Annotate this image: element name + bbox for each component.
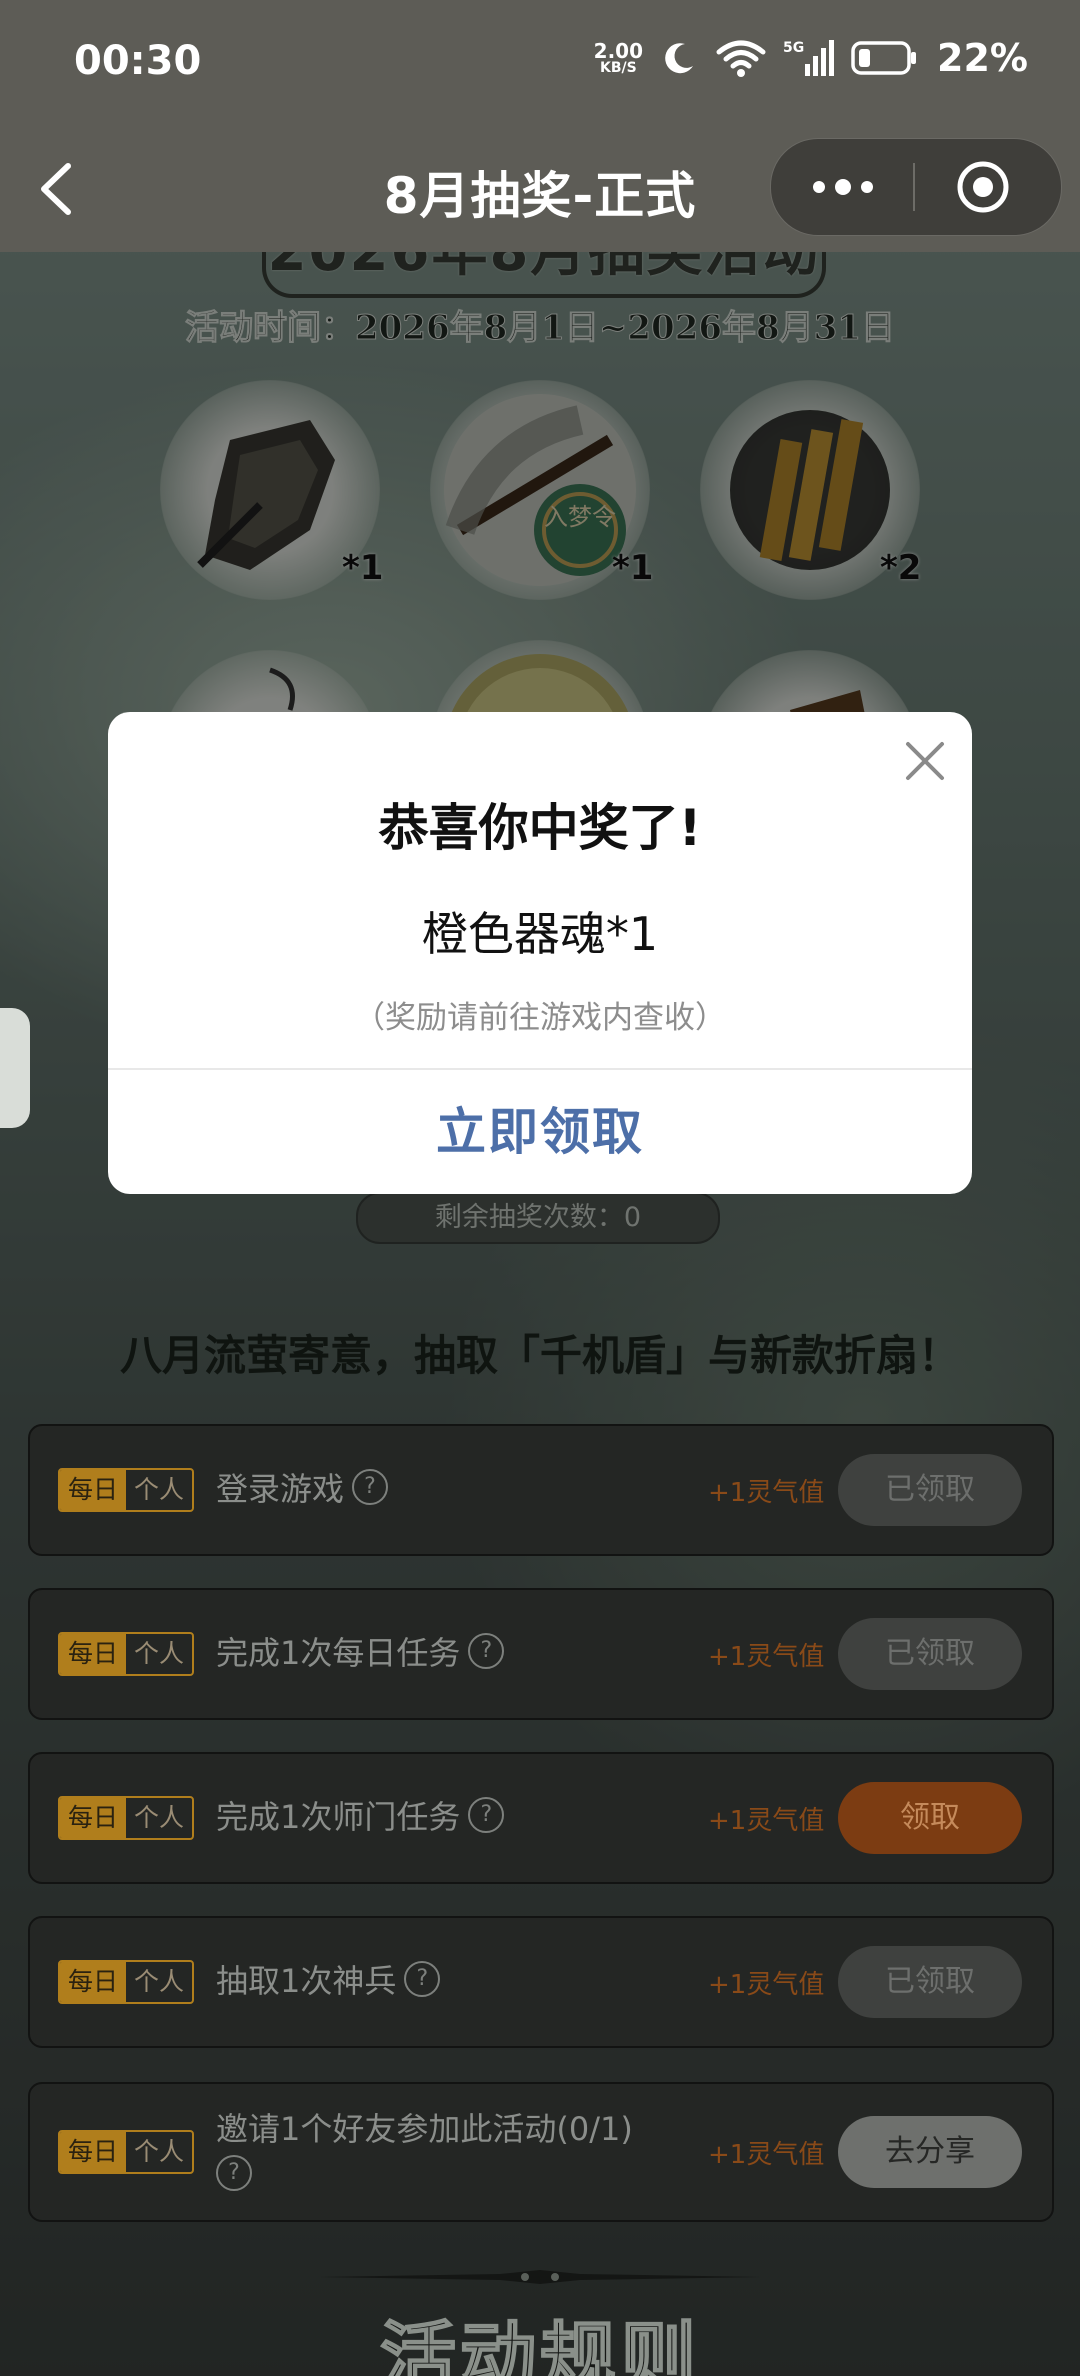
help-icon[interactable]: ? <box>404 1961 441 1997</box>
event-slogan: 八月流萤寄意，抽取「千机盾」与新款折扇！ <box>119 1331 960 1380</box>
mini-program-capsule <box>770 138 1062 236</box>
remaining-draws: 剩余抽奖次数：0 <box>356 1192 720 1244</box>
tag-personal: 个人 <box>134 1475 185 1504</box>
help-icon[interactable]: ? <box>468 1633 505 1669</box>
moon-icon <box>665 43 694 74</box>
win-prize-modal: 恭喜你中奖了! 橙色器魂*1 （奖励请前往游戏内查收） 立即领取 <box>108 712 972 1194</box>
close-program-icon[interactable] <box>955 159 1011 215</box>
task-reward: +1灵气值 <box>708 1478 825 1508</box>
rules-divider-ornament <box>320 2270 760 2284</box>
tag-daily: 每日 <box>60 1962 127 2002</box>
battery-icon <box>851 41 917 75</box>
task-name-text: 登录游戏 <box>216 1470 345 1508</box>
net-speed: 2.00 KB/S <box>594 41 643 75</box>
task-name-text: 抽取1次神兵 <box>216 1962 397 2000</box>
tag-personal: 个人 <box>134 1639 185 1668</box>
task-row: 每日 个人 完成1次每日任务 ? +1灵气值 已领取 <box>28 1588 1054 1720</box>
page: 00:30 2.00 KB/S 5G 22% 8月抽奖-正式 2026年8月抽奖… <box>0 0 1080 2376</box>
wifi-icon <box>716 40 766 77</box>
task-name: 邀请1个好友参加此活动(0/1) ? <box>216 2108 646 2192</box>
task-name: 登录游戏 ? <box>216 1464 389 1510</box>
task-name: 完成1次师门任务 ? <box>216 1792 505 1838</box>
help-icon[interactable]: ? <box>216 2155 252 2191</box>
task-tag: 每日 个人 <box>58 1468 195 1512</box>
task-row: 每日 个人 完成1次师门任务 ? +1灵气值 领取 <box>28 1752 1054 1884</box>
task-name-text: 邀请1个好友参加此活动(0/1) <box>216 2110 633 2148</box>
modal-prize-text: 橙色器魂*1 <box>421 907 659 961</box>
task-claimed-button[interactable]: 已领取 <box>838 1618 1022 1690</box>
task-tag: 每日 个人 <box>58 2130 195 2174</box>
claim-now-button[interactable]: 立即领取 <box>108 1070 972 1194</box>
net-speed-unit: KB/S <box>599 60 637 76</box>
task-name-text: 完成1次每日任务 <box>216 1634 461 1672</box>
navbar: 8月抽奖-正式 <box>0 126 1080 252</box>
task-row: 每日 个人 登录游戏 ? +1灵气值 已领取 <box>28 1424 1054 1556</box>
task-row: 每日 个人 抽取1次神兵 ? +1灵气值 已领取 <box>28 1916 1054 2048</box>
task-reward: +1灵气值 <box>708 1970 825 2000</box>
task-tag: 每日 个人 <box>58 1796 195 1840</box>
task-name: 抽取1次神兵 ? <box>216 1956 441 2002</box>
rules-title: 活动规则 <box>379 2312 700 2376</box>
task-reward: +1灵气值 <box>708 2140 825 2170</box>
modal-note: （奖励请前往游戏内查收） <box>354 1000 726 1036</box>
task-claim-button[interactable]: 领取 <box>838 1782 1022 1854</box>
task-reward: +1灵气值 <box>708 1806 825 1836</box>
signal-5g-icon: 5G <box>783 40 835 76</box>
battery-percent: 22% <box>937 36 1028 80</box>
task-name-text: 完成1次师门任务 <box>216 1798 461 1836</box>
tag-personal: 个人 <box>134 2137 185 2166</box>
close-icon[interactable] <box>902 738 948 784</box>
task-tag: 每日 个人 <box>58 1632 195 1676</box>
side-float-tab[interactable] <box>0 1008 30 1128</box>
task-reward: +1灵气值 <box>708 1642 825 1672</box>
help-icon[interactable]: ? <box>352 1469 389 1505</box>
task-share-button[interactable]: 去分享 <box>838 2116 1022 2188</box>
task-name: 完成1次每日任务 ? <box>216 1628 505 1674</box>
tag-daily: 每日 <box>60 1634 127 1674</box>
task-claimed-button[interactable]: 已领取 <box>838 1454 1022 1526</box>
task-tag: 每日 个人 <box>58 1960 195 2004</box>
capsule-divider <box>913 163 915 211</box>
tag-daily: 每日 <box>60 1470 127 1510</box>
help-icon[interactable]: ? <box>468 1797 505 1833</box>
tag-daily: 每日 <box>60 1798 127 1838</box>
svg-text:5G: 5G <box>783 40 804 56</box>
tag-personal: 个人 <box>134 1967 185 1996</box>
status-icons: 2.00 KB/S 5G 22% <box>594 36 1028 80</box>
tag-personal: 个人 <box>134 1803 185 1832</box>
more-dots-icon[interactable] <box>807 169 879 205</box>
task-claimed-button[interactable]: 已领取 <box>838 1946 1022 2018</box>
tag-daily: 每日 <box>60 2132 127 2172</box>
status-bar: 00:30 2.00 KB/S 5G 22% <box>0 0 1080 126</box>
modal-title: 恭喜你中奖了! <box>378 799 702 857</box>
task-row: 每日 个人 邀请1个好友参加此活动(0/1) ? +1灵气值 去分享 <box>28 2082 1054 2222</box>
status-time: 00:30 <box>74 38 202 84</box>
